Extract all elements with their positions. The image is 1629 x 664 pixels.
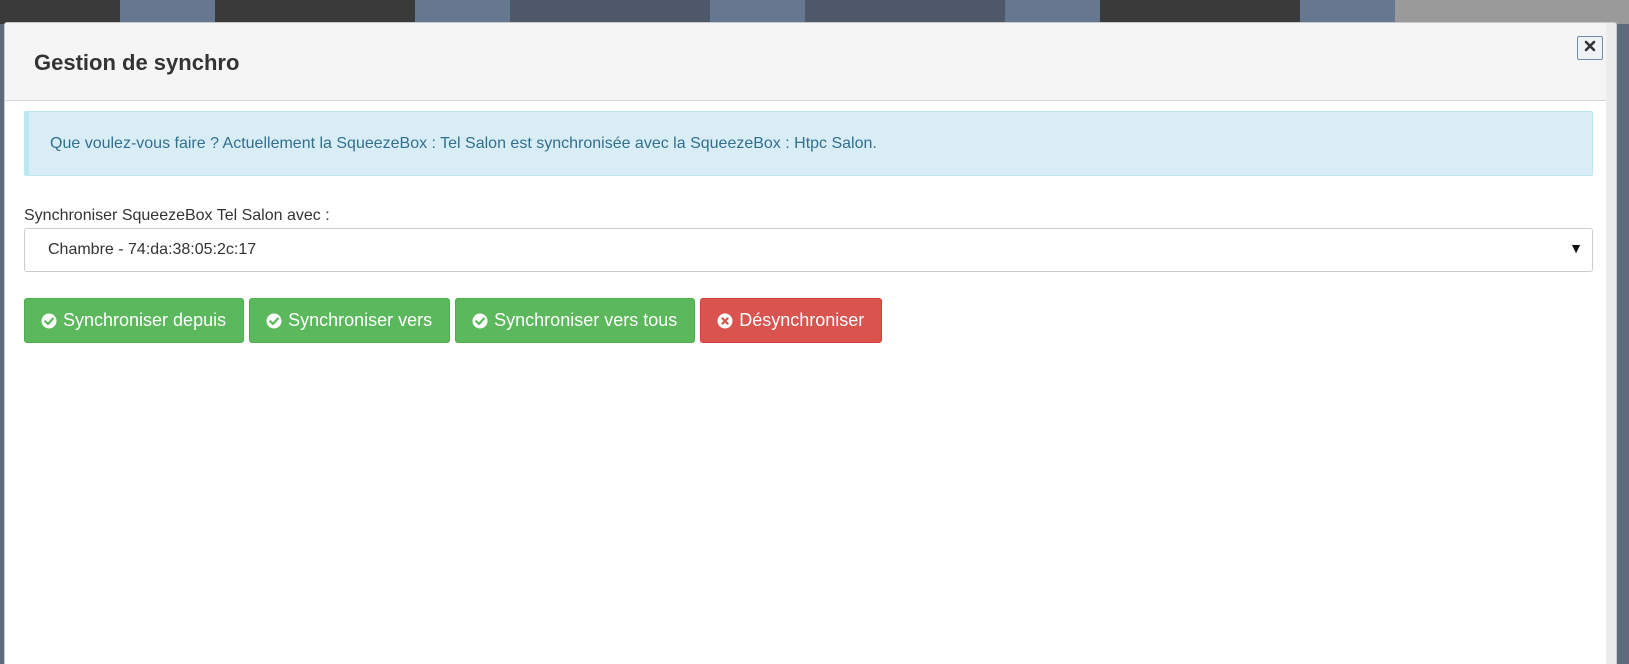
album-tile: [120, 0, 215, 24]
button-label: Désynchroniser: [739, 310, 865, 330]
sync-modal: Gestion de synchro Que voulez-vous faire…: [4, 22, 1617, 664]
album-tile: [805, 0, 1005, 24]
button-label: Synchroniser vers: [288, 310, 433, 330]
unsync-button[interactable]: Désynchroniser: [700, 298, 883, 343]
modal-title: Gestion de synchro: [34, 50, 240, 75]
sync-to-button[interactable]: Synchroniser vers: [249, 298, 451, 343]
close-button[interactable]: [1577, 36, 1603, 60]
album-tile: [710, 0, 805, 24]
modal-header: Gestion de synchro: [5, 23, 1616, 101]
check-circle-icon: [41, 313, 57, 329]
button-label: Synchroniser vers tous: [494, 310, 678, 330]
album-tile: [415, 0, 510, 24]
select-value: Chambre - 74:da:38:05:2c:17: [48, 241, 257, 258]
check-circle-icon: [472, 313, 488, 329]
caret-down-icon: ▼: [1569, 240, 1583, 256]
modal-body: Que voulez-vous faire ? Actuellement la …: [5, 101, 1616, 343]
info-alert: Que voulez-vous faire ? Actuellement la …: [24, 111, 1593, 176]
album-tile: [1100, 0, 1300, 24]
sync-from-button[interactable]: Synchroniser depuis: [24, 298, 245, 343]
album-tile: [510, 0, 710, 24]
album-tile: [215, 0, 415, 24]
close-icon: [1584, 39, 1596, 57]
times-circle-icon: [717, 313, 733, 329]
action-buttons: Synchroniser depuis Synchroniser vers Sy…: [24, 298, 1593, 343]
modal-scrollbar[interactable]: [1606, 23, 1616, 664]
album-tile: [1005, 0, 1100, 24]
sync-target-select[interactable]: Chambre - 74:da:38:05:2c:17 ▼: [24, 228, 1593, 272]
album-tile: [1300, 0, 1395, 24]
check-circle-icon: [266, 313, 282, 329]
sync-to-all-button[interactable]: Synchroniser vers tous: [455, 298, 696, 343]
background-album-strip: [0, 0, 1629, 24]
album-tile: [1395, 0, 1629, 24]
button-label: Synchroniser depuis: [63, 310, 227, 330]
alert-text: Que voulez-vous faire ? Actuellement la …: [50, 134, 877, 152]
sync-select-label: Synchroniser SqueezeBox Tel Salon avec :: [24, 207, 330, 224]
album-tile: [0, 0, 120, 24]
